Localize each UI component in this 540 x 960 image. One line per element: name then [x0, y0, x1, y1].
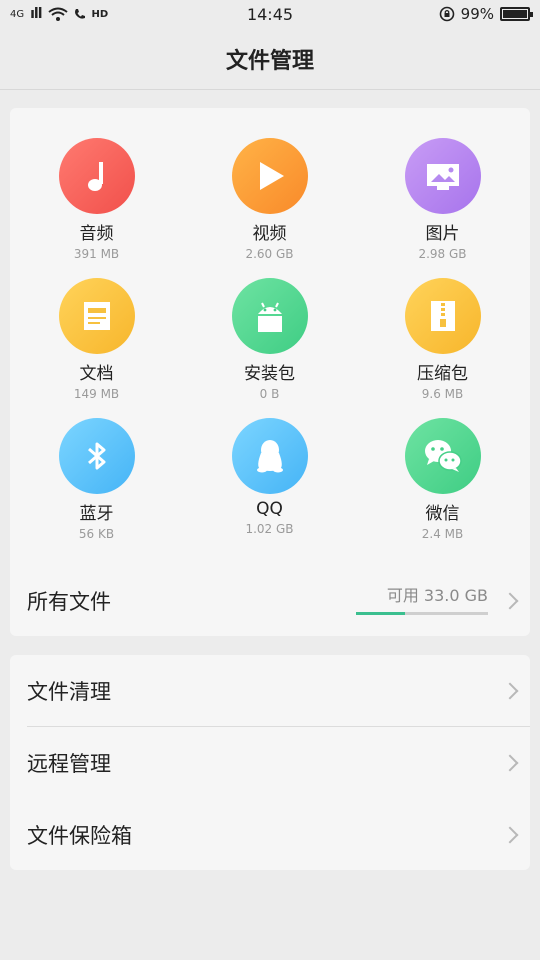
- all-files-row[interactable]: 所有文件 可用 33.0 GB: [10, 566, 530, 636]
- qq-penguin-icon: [256, 440, 283, 473]
- wifi-icon: [47, 7, 68, 21]
- category-bluetooth[interactable]: 蓝牙 56 KB: [10, 418, 183, 558]
- file-safe-label: 文件保险箱: [27, 824, 132, 848]
- network-type: 4G: [10, 8, 25, 20]
- category-audio[interactable]: 音频 391 MB: [10, 138, 183, 278]
- category-video-icon-bg: [231, 138, 308, 214]
- storage-bar: [356, 612, 488, 615]
- tools-card: 文件清理 远程管理 文件保险箱: [10, 655, 530, 870]
- category-zip-icon-bg: [404, 278, 481, 354]
- chevron-right-icon: [501, 682, 519, 700]
- storage-indicator: 可用 33.0 GB: [356, 582, 488, 615]
- category-size: 1.02 GB: [245, 522, 294, 536]
- file-safe-row[interactable]: 文件保险箱: [10, 799, 530, 871]
- battery-fill: [503, 10, 527, 18]
- category-name: 图片: [425, 224, 460, 244]
- category-name: 视频: [252, 224, 287, 244]
- category-image[interactable]: 图片 2.98 GB: [356, 138, 529, 278]
- category-name: 文档: [79, 364, 114, 384]
- category-name: 微信: [425, 504, 460, 524]
- remote-manage-row[interactable]: 远程管理: [10, 727, 530, 799]
- page-title: 文件管理: [225, 48, 314, 74]
- signal-icon: ıll: [30, 6, 42, 22]
- wechat-icon: [424, 440, 462, 472]
- category-card: 音频 391 MB 视频 2.60 GB 图片 2.98 GB 文档 149 M…: [10, 108, 530, 636]
- zip-icon: [430, 301, 455, 331]
- category-qq[interactable]: QQ 1.02 GB: [183, 418, 356, 558]
- hd-badge: HD: [91, 8, 109, 20]
- chevron-right-icon: [501, 592, 519, 610]
- music-note-icon: [87, 162, 103, 191]
- status-right: 99%: [439, 5, 533, 23]
- category-size: 56 KB: [78, 527, 115, 541]
- rotation-lock-icon: [439, 6, 454, 22]
- app-header: 文件管理: [0, 28, 540, 90]
- file-clean-label: 文件清理: [27, 680, 111, 704]
- category-audio-icon-bg: [58, 138, 135, 214]
- all-files-label: 所有文件: [27, 590, 111, 614]
- category-size: 0 B: [259, 387, 280, 401]
- category-size: 2.60 GB: [245, 247, 294, 261]
- category-name: 压缩包: [417, 364, 468, 384]
- category-document[interactable]: 文档 149 MB: [10, 278, 183, 418]
- phone-icon: [74, 9, 85, 19]
- category-size: 2.98 GB: [418, 247, 467, 261]
- status-left: 4G ıll HD: [10, 6, 108, 22]
- storage-bar-fill: [356, 612, 405, 615]
- category-name: QQ: [256, 499, 283, 519]
- category-video[interactable]: 视频 2.60 GB: [183, 138, 356, 278]
- category-document-icon-bg: [58, 278, 135, 354]
- play-icon: [259, 162, 284, 190]
- document-icon: [83, 302, 110, 330]
- category-size: 2.4 MB: [421, 527, 464, 541]
- remote-manage-label: 远程管理: [27, 752, 111, 776]
- category-qq-icon-bg: [231, 418, 308, 494]
- category-bluetooth-icon-bg: [58, 418, 135, 494]
- image-icon: [426, 164, 459, 190]
- category-grid: 音频 391 MB 视频 2.60 GB 图片 2.98 GB 文档 149 M…: [10, 138, 530, 558]
- file-clean-row[interactable]: 文件清理: [10, 655, 530, 727]
- chevron-right-icon: [501, 826, 519, 844]
- category-size: 149 MB: [73, 387, 120, 401]
- chevron-right-icon: [501, 754, 519, 772]
- category-wechat-icon-bg: [404, 418, 481, 494]
- category-name: 蓝牙: [79, 504, 114, 524]
- category-apk[interactable]: 安装包 0 B: [183, 278, 356, 418]
- category-zip[interactable]: 压缩包 9.6 MB: [356, 278, 529, 418]
- category-name: 音频: [79, 224, 114, 244]
- battery-icon: [500, 7, 533, 21]
- category-wechat[interactable]: 微信 2.4 MB: [356, 418, 529, 558]
- status-bar: 4G ıll HD 14:45 99%: [0, 0, 540, 28]
- android-icon: [257, 302, 282, 332]
- category-size: 9.6 MB: [421, 387, 464, 401]
- battery-percent: 99%: [460, 5, 494, 23]
- bluetooth-icon: [87, 442, 105, 470]
- category-name: 安装包: [244, 364, 295, 384]
- storage-available: 可用 33.0 GB: [386, 586, 488, 605]
- category-image-icon-bg: [404, 138, 481, 214]
- category-apk-icon-bg: [231, 278, 308, 354]
- category-size: 391 MB: [73, 247, 120, 261]
